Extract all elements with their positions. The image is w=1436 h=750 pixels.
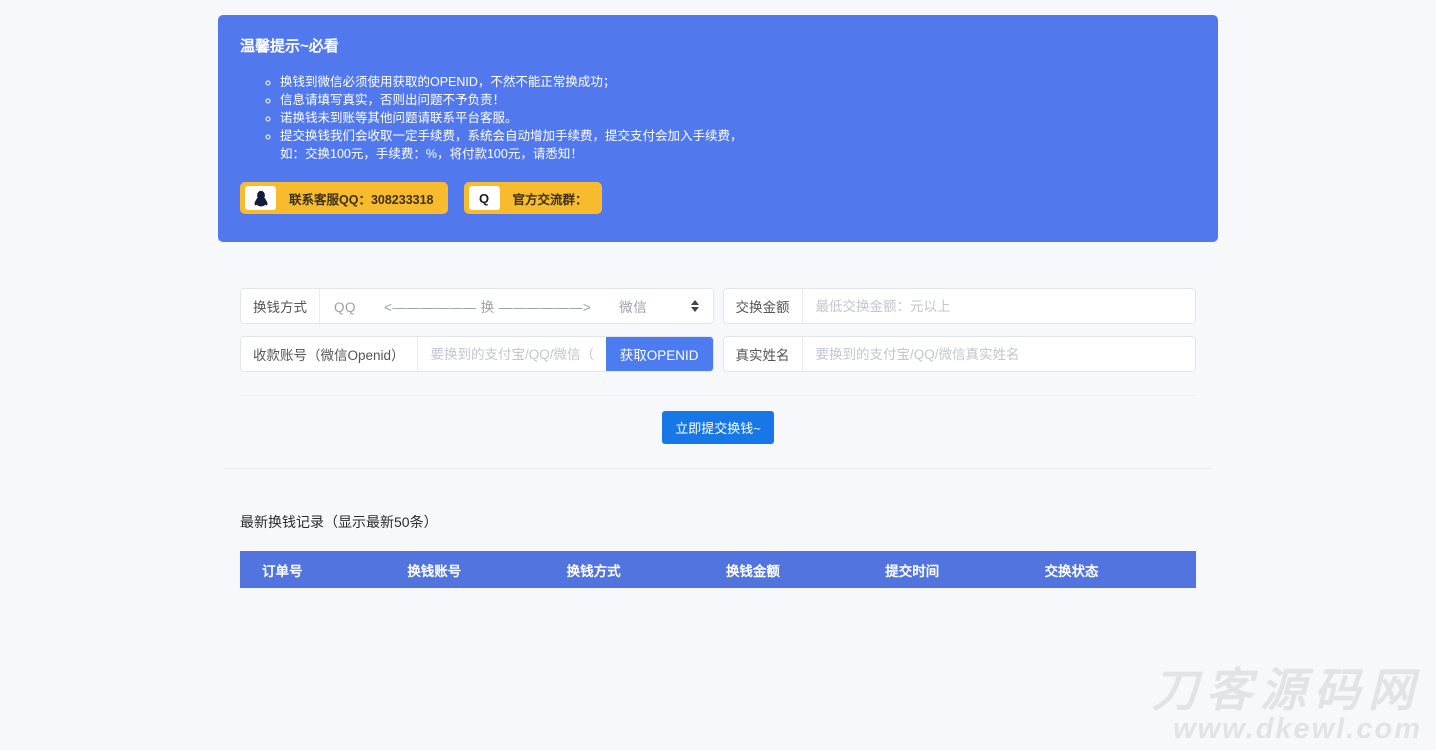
official-group-button[interactable]: Q 官方交流群： bbox=[464, 182, 602, 214]
notice-item: 提交换钱我们会收取一定手续费，系统会自动增加手续费，提交支付会加入手续费， 如：… bbox=[280, 127, 1196, 163]
notice-item-text: 如：交换100元，手续费：%，将付款100元，请悉知！ bbox=[280, 147, 583, 161]
exchange-method-select[interactable]: QQ <—————— 换 ——————> 微信 bbox=[320, 289, 713, 323]
column-header-method: 换钱方式 bbox=[559, 560, 718, 580]
notice-buttons-row: 联系客服QQ：308233318 Q 官方交流群： bbox=[240, 182, 1196, 214]
exchange-form: 换钱方式 QQ <—————— 换 ——————> 微信 交换金额 收款账号（微… bbox=[240, 288, 1196, 444]
notice-item-text: 换钱到微信必须使用获取的OPENID，不然不能正常换成功； bbox=[280, 75, 615, 89]
notice-item: 诺换钱未到账等其他问题请联系平台客服。 bbox=[280, 109, 1196, 127]
receive-account-label: 收款账号（微信Openid） bbox=[241, 337, 418, 371]
exchange-amount-input[interactable] bbox=[803, 289, 1196, 323]
exchange-amount-label: 交换金额 bbox=[724, 289, 803, 323]
real-name-group: 真实姓名 bbox=[723, 336, 1197, 372]
notice-list: 换钱到微信必须使用获取的OPENID，不然不能正常换成功； 信息请填写真实，否则… bbox=[240, 73, 1196, 163]
notice-item-text: 诺换钱未到账等其他问题请联系平台客服。 bbox=[280, 111, 518, 125]
watermark-url-text: www.dkewl.com bbox=[1152, 713, 1422, 745]
official-group-label: 官方交流群： bbox=[513, 189, 588, 208]
column-header-order-id: 订单号 bbox=[240, 560, 399, 580]
exchange-method-label: 换钱方式 bbox=[241, 289, 320, 323]
notice-item-text: 提交换钱我们会收取一定手续费，系统会自动增加手续费，提交支付会加入手续费， bbox=[280, 129, 743, 143]
records-table-header: 订单号 换钱账号 换钱方式 换钱金额 提交时间 交换状态 bbox=[240, 551, 1196, 588]
section-divider bbox=[224, 468, 1212, 469]
watermark-cjk-text: 刀客源码网 bbox=[1152, 667, 1422, 713]
qq-group-icon: Q bbox=[469, 186, 500, 210]
select-caret-icon bbox=[691, 300, 700, 312]
notice-title: 温馨提示~必看 bbox=[240, 35, 1196, 56]
records-title: 最新换钱记录（显示最新50条） bbox=[240, 512, 1196, 532]
exchange-method-group: 换钱方式 QQ <—————— 换 ——————> 微信 bbox=[240, 288, 714, 324]
form-divider bbox=[240, 395, 1196, 396]
real-name-label: 真实姓名 bbox=[724, 337, 803, 371]
get-openid-button[interactable]: 获取OPENID bbox=[606, 337, 713, 371]
receive-account-input[interactable] bbox=[418, 337, 606, 371]
site-watermark: 刀客源码网 www.dkewl.com bbox=[1152, 667, 1422, 745]
exchange-amount-group: 交换金额 bbox=[723, 288, 1197, 324]
qq-penguin-icon bbox=[245, 186, 276, 210]
receive-account-group: 收款账号（微信Openid） 获取OPENID bbox=[240, 336, 714, 372]
real-name-input[interactable] bbox=[803, 337, 1196, 371]
column-header-status: 交换状态 bbox=[1037, 560, 1196, 580]
column-header-submit-time: 提交时间 bbox=[877, 560, 1036, 580]
exchange-method-value: QQ <—————— 换 ——————> 微信 bbox=[334, 296, 647, 316]
column-header-account: 换钱账号 bbox=[399, 560, 558, 580]
notice-item: 信息请填写真实，否则出问题不予负责！ bbox=[280, 91, 1196, 109]
notice-item-text: 信息请填写真实，否则出问题不予负责！ bbox=[280, 93, 505, 107]
contact-qq-button[interactable]: 联系客服QQ：308233318 bbox=[240, 182, 448, 214]
notice-panel: 温馨提示~必看 换钱到微信必须使用获取的OPENID，不然不能正常换成功； 信息… bbox=[218, 15, 1218, 242]
main-container: 温馨提示~必看 换钱到微信必须使用获取的OPENID，不然不能正常换成功； 信息… bbox=[218, 0, 1218, 588]
notice-item: 换钱到微信必须使用获取的OPENID，不然不能正常换成功； bbox=[280, 73, 1196, 91]
contact-qq-label: 联系客服QQ：308233318 bbox=[289, 189, 434, 208]
submit-exchange-button[interactable]: 立即提交换钱~ bbox=[662, 411, 774, 444]
column-header-amount: 换钱金额 bbox=[718, 560, 877, 580]
